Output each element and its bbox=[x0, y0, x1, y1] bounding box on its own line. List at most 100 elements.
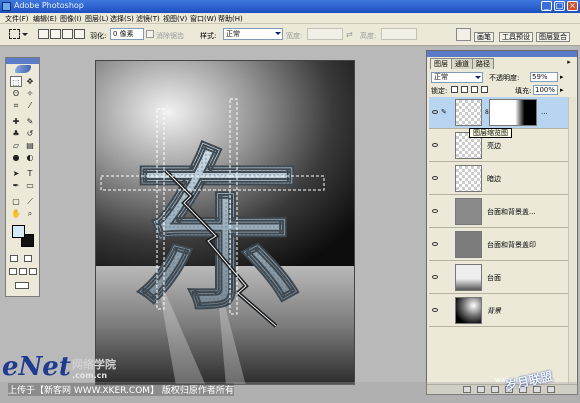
opacity-arrow-icon[interactable]: ▸ bbox=[560, 73, 564, 81]
layers-panel-grip[interactable] bbox=[427, 51, 577, 57]
gradient-tool-icon[interactable]: ▤ bbox=[24, 140, 36, 151]
lock-position-icon[interactable] bbox=[471, 86, 478, 93]
well-tab-brushes[interactable]: 画笔 bbox=[474, 32, 494, 42]
eyedropper-icon[interactable]: ⟋ bbox=[24, 196, 36, 207]
menu-file[interactable]: 文件(F) bbox=[5, 14, 29, 24]
feather-field[interactable]: 0 像素 bbox=[110, 28, 144, 40]
height-field[interactable] bbox=[381, 28, 417, 40]
layer-row[interactable]: 背景 bbox=[429, 295, 570, 327]
history-brush-icon[interactable]: ↺ bbox=[24, 128, 36, 139]
well-tab-layer-comps[interactable]: 图层复合 bbox=[536, 32, 570, 42]
pen-tool-icon[interactable]: ✒ bbox=[10, 180, 22, 191]
layers-scrollbar[interactable] bbox=[568, 97, 576, 387]
slice-tool-icon[interactable]: ⁄ bbox=[24, 100, 36, 111]
clone-stamp-icon[interactable]: ♣ bbox=[10, 128, 22, 139]
toolbox-grip[interactable] bbox=[6, 58, 39, 64]
eye-icon[interactable] bbox=[432, 143, 438, 147]
layer-thumbnail[interactable] bbox=[455, 231, 482, 258]
new-selection-icon[interactable] bbox=[38, 29, 49, 39]
menu-image[interactable]: 图像(I) bbox=[60, 14, 82, 24]
layer-name[interactable]: 亮边 bbox=[487, 141, 501, 151]
magic-wand-icon[interactable]: ✧ bbox=[24, 88, 36, 99]
style-select[interactable]: 正常 bbox=[223, 28, 283, 40]
brush-tool-icon[interactable]: ✎ bbox=[24, 116, 36, 127]
standard-mode-icon[interactable] bbox=[10, 255, 18, 262]
layer-row[interactable]: 暗边 bbox=[429, 163, 570, 195]
foreground-color-swatch-top[interactable] bbox=[12, 225, 25, 238]
layer-name[interactable]: 背景 bbox=[487, 306, 501, 316]
adobe-feather-icon[interactable] bbox=[15, 65, 31, 73]
screen-mode-full-menu-icon[interactable] bbox=[19, 268, 27, 275]
eraser-tool-icon[interactable]: ▱ bbox=[10, 140, 22, 151]
jump-to-imageready-icon[interactable] bbox=[15, 282, 29, 289]
subtract-selection-icon[interactable] bbox=[62, 29, 73, 39]
layer-name[interactable]: 台面和背景盖... bbox=[487, 207, 536, 217]
file-browser-icon[interactable] bbox=[456, 28, 471, 41]
close-button[interactable]: × bbox=[567, 1, 578, 11]
menu-filter[interactable]: 滤镜(T) bbox=[136, 14, 160, 24]
layer-thumbnail[interactable] bbox=[455, 198, 482, 225]
tab-channels[interactable]: 通道 bbox=[451, 58, 473, 69]
lock-pixels-icon[interactable] bbox=[461, 86, 468, 93]
layer-thumbnail[interactable] bbox=[455, 99, 482, 126]
menu-window[interactable]: 窗口(W) bbox=[190, 14, 216, 24]
antialias-checkbox[interactable] bbox=[146, 30, 154, 38]
lock-all-icon[interactable] bbox=[481, 86, 488, 93]
lock-transparency-icon[interactable] bbox=[451, 86, 458, 93]
width-field[interactable] bbox=[307, 28, 343, 40]
zoom-tool-icon[interactable]: ⌕ bbox=[24, 208, 36, 219]
path-selection-icon[interactable]: ➤ bbox=[10, 168, 22, 179]
eye-icon[interactable] bbox=[432, 308, 438, 312]
panel-menu-icon[interactable]: ▸ bbox=[564, 59, 574, 67]
menu-edit[interactable]: 编辑(E) bbox=[33, 14, 57, 24]
menu-view[interactable]: 视图(V) bbox=[163, 14, 187, 24]
layer-row[interactable]: 台面 bbox=[429, 262, 570, 294]
menu-select[interactable]: 选择(S) bbox=[110, 14, 134, 24]
blend-mode-select[interactable]: 正常 bbox=[431, 72, 483, 83]
eye-icon[interactable] bbox=[432, 176, 438, 180]
layer-row[interactable]: 台面和背景盖... bbox=[429, 196, 570, 228]
eye-icon[interactable] bbox=[432, 209, 438, 213]
add-selection-icon[interactable] bbox=[50, 29, 61, 39]
tool-preset-arrow-icon[interactable] bbox=[22, 33, 28, 36]
swap-icon[interactable]: ⇄ bbox=[346, 30, 353, 39]
shape-tool-icon[interactable]: ▭ bbox=[24, 180, 36, 191]
well-tab-tool-presets[interactable]: 工具预设 bbox=[499, 32, 533, 42]
hand-tool-icon[interactable]: ✋ bbox=[10, 208, 22, 219]
blur-tool-icon[interactable]: ● bbox=[10, 152, 22, 163]
notes-tool-icon[interactable]: ▢ bbox=[10, 196, 22, 207]
document-canvas[interactable]: 东 东 bbox=[95, 60, 355, 385]
type-tool-icon[interactable]: T bbox=[24, 168, 36, 179]
layer-thumbnail[interactable] bbox=[455, 264, 482, 291]
layer-row-mask[interactable]: ✎ 8 ... bbox=[429, 97, 570, 129]
maximize-button[interactable]: □ bbox=[554, 1, 565, 11]
layer-name[interactable]: ... bbox=[541, 108, 548, 116]
layer-name[interactable]: 台面 bbox=[487, 273, 501, 283]
layer-thumbnail[interactable] bbox=[455, 165, 482, 192]
quick-mask-icon[interactable] bbox=[24, 255, 32, 262]
layer-name[interactable]: 台面和背景盖印 bbox=[487, 240, 536, 250]
lasso-tool-icon[interactable]: ʘ bbox=[10, 88, 22, 99]
opacity-field[interactable]: 59% bbox=[530, 72, 558, 82]
layer-mask-thumbnail[interactable] bbox=[489, 99, 537, 126]
fill-arrow-icon[interactable]: ▸ bbox=[560, 86, 564, 94]
healing-brush-icon[interactable]: ✚ bbox=[10, 116, 22, 127]
dodge-tool-icon[interactable]: ◐ bbox=[24, 152, 36, 163]
layer-name[interactable]: 暗边 bbox=[487, 174, 501, 184]
screen-mode-full-icon[interactable] bbox=[29, 268, 37, 275]
crop-tool-icon[interactable]: ⌗ bbox=[10, 100, 22, 111]
layer-thumbnail[interactable] bbox=[455, 297, 482, 324]
tab-layers[interactable]: 图层 bbox=[430, 58, 452, 69]
move-tool-icon[interactable]: ✥ bbox=[24, 76, 36, 87]
intersect-selection-icon[interactable] bbox=[74, 29, 85, 39]
eye-icon[interactable] bbox=[432, 242, 438, 246]
screen-mode-standard-icon[interactable] bbox=[9, 268, 17, 275]
marquee-tool-icon[interactable] bbox=[9, 29, 20, 39]
eye-icon[interactable] bbox=[432, 110, 438, 114]
marquee-tool-icon[interactable]: ⬚ bbox=[10, 76, 22, 87]
fill-field[interactable]: 100% bbox=[533, 85, 558, 95]
menu-layer[interactable]: 图层(L) bbox=[85, 14, 108, 24]
eye-icon[interactable] bbox=[432, 275, 438, 279]
layer-row[interactable]: 台面和背景盖印 bbox=[429, 229, 570, 261]
tab-paths[interactable]: 路径 bbox=[472, 58, 494, 69]
